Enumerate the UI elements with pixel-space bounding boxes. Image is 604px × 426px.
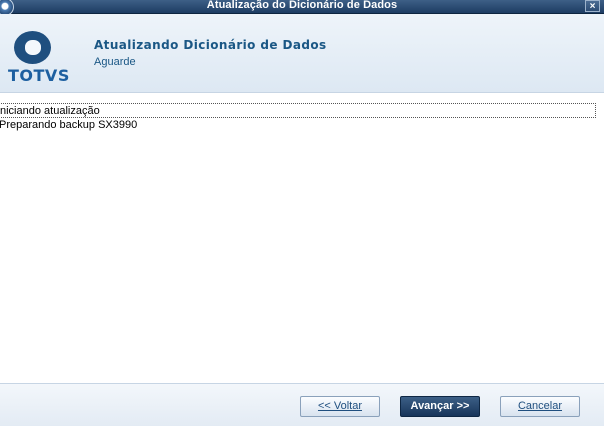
page-title: Atualizando Dicionário de Dados [94, 38, 327, 52]
log-line[interactable]: Preparando backup SX3990 [0, 118, 596, 133]
page-subtitle: Aguarde [94, 56, 136, 68]
wizard-header: TOTVS Atualizando Dicionário de Dados Ag… [0, 14, 604, 93]
close-button[interactable]: × [585, 0, 600, 12]
title-bar: Atualização do Dicionário de Dados × [0, 0, 604, 16]
logo-text: TOTVS [8, 66, 70, 85]
totvs-logo-icon: TOTVS [8, 29, 70, 89]
cancel-button[interactable]: Cancelar [500, 396, 580, 417]
next-button[interactable]: Avançar >> [400, 396, 480, 417]
progress-log[interactable]: niciando atualização Preparando backup S… [0, 103, 596, 373]
back-button[interactable]: << Voltar [300, 396, 380, 417]
logo-ring [14, 31, 51, 64]
log-line[interactable]: niciando atualização [0, 103, 596, 118]
window-title: Atualização do Dicionário de Dados [206, 0, 398, 11]
wizard-footer: << Voltar Avançar >> Cancelar [0, 383, 604, 426]
